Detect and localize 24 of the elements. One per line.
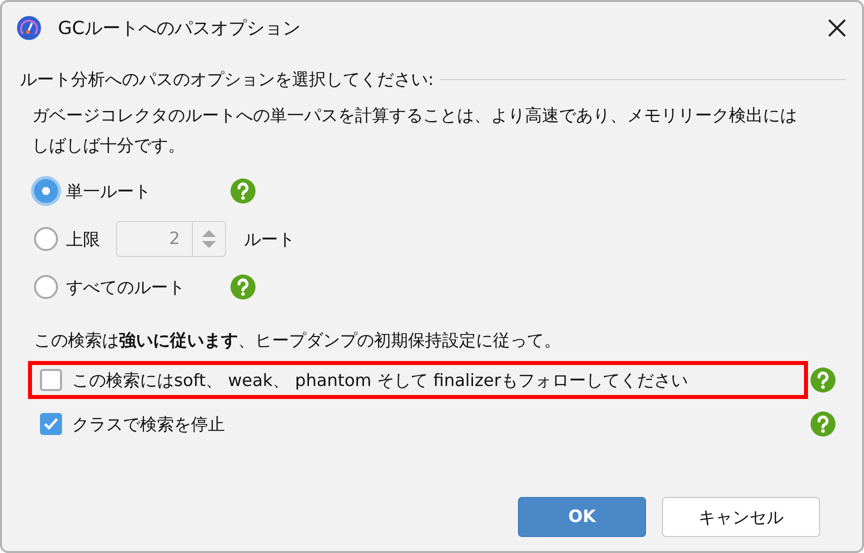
help-icon[interactable] xyxy=(230,274,256,300)
radio-button[interactable] xyxy=(34,179,58,203)
ok-button[interactable]: OK xyxy=(518,497,646,537)
close-icon[interactable] xyxy=(826,17,848,39)
description-text: ガベージコレクタのルートへの単一パスを計算することは、より高速であり、メモリリーク検出にはしばしば十分です。 xyxy=(32,105,798,158)
checkbox[interactable] xyxy=(40,369,62,391)
checkbox-label: クラスで検索を停止 xyxy=(72,414,225,436)
section-heading: ルート分析へのパスのオプションを選択してください: xyxy=(20,69,434,91)
radio-button[interactable] xyxy=(34,227,58,251)
checkbox-label: この検索にはsoft、 weak、 phantom そして finalizerもフォローしてください xyxy=(72,370,688,392)
radio-label: すべてのルート xyxy=(66,276,186,298)
checkbox[interactable] xyxy=(40,413,62,435)
help-icon[interactable] xyxy=(810,367,836,393)
radio-label: 単一ルート xyxy=(66,180,152,202)
note-text: この検索は強いに従います、ヒープダンプの初期保持設定に従って。 xyxy=(34,330,562,352)
radio-label: 上限 xyxy=(66,228,100,250)
help-icon[interactable] xyxy=(810,411,836,437)
gauge-icon xyxy=(16,15,42,41)
radio-button[interactable] xyxy=(34,275,58,299)
help-icon[interactable] xyxy=(230,178,256,204)
checkmark-icon xyxy=(43,416,59,432)
unit-label: ルート xyxy=(244,228,295,250)
window-title: GCルートへのパスオプション xyxy=(58,17,302,40)
cancel-button[interactable]: キャンセル xyxy=(662,497,820,537)
